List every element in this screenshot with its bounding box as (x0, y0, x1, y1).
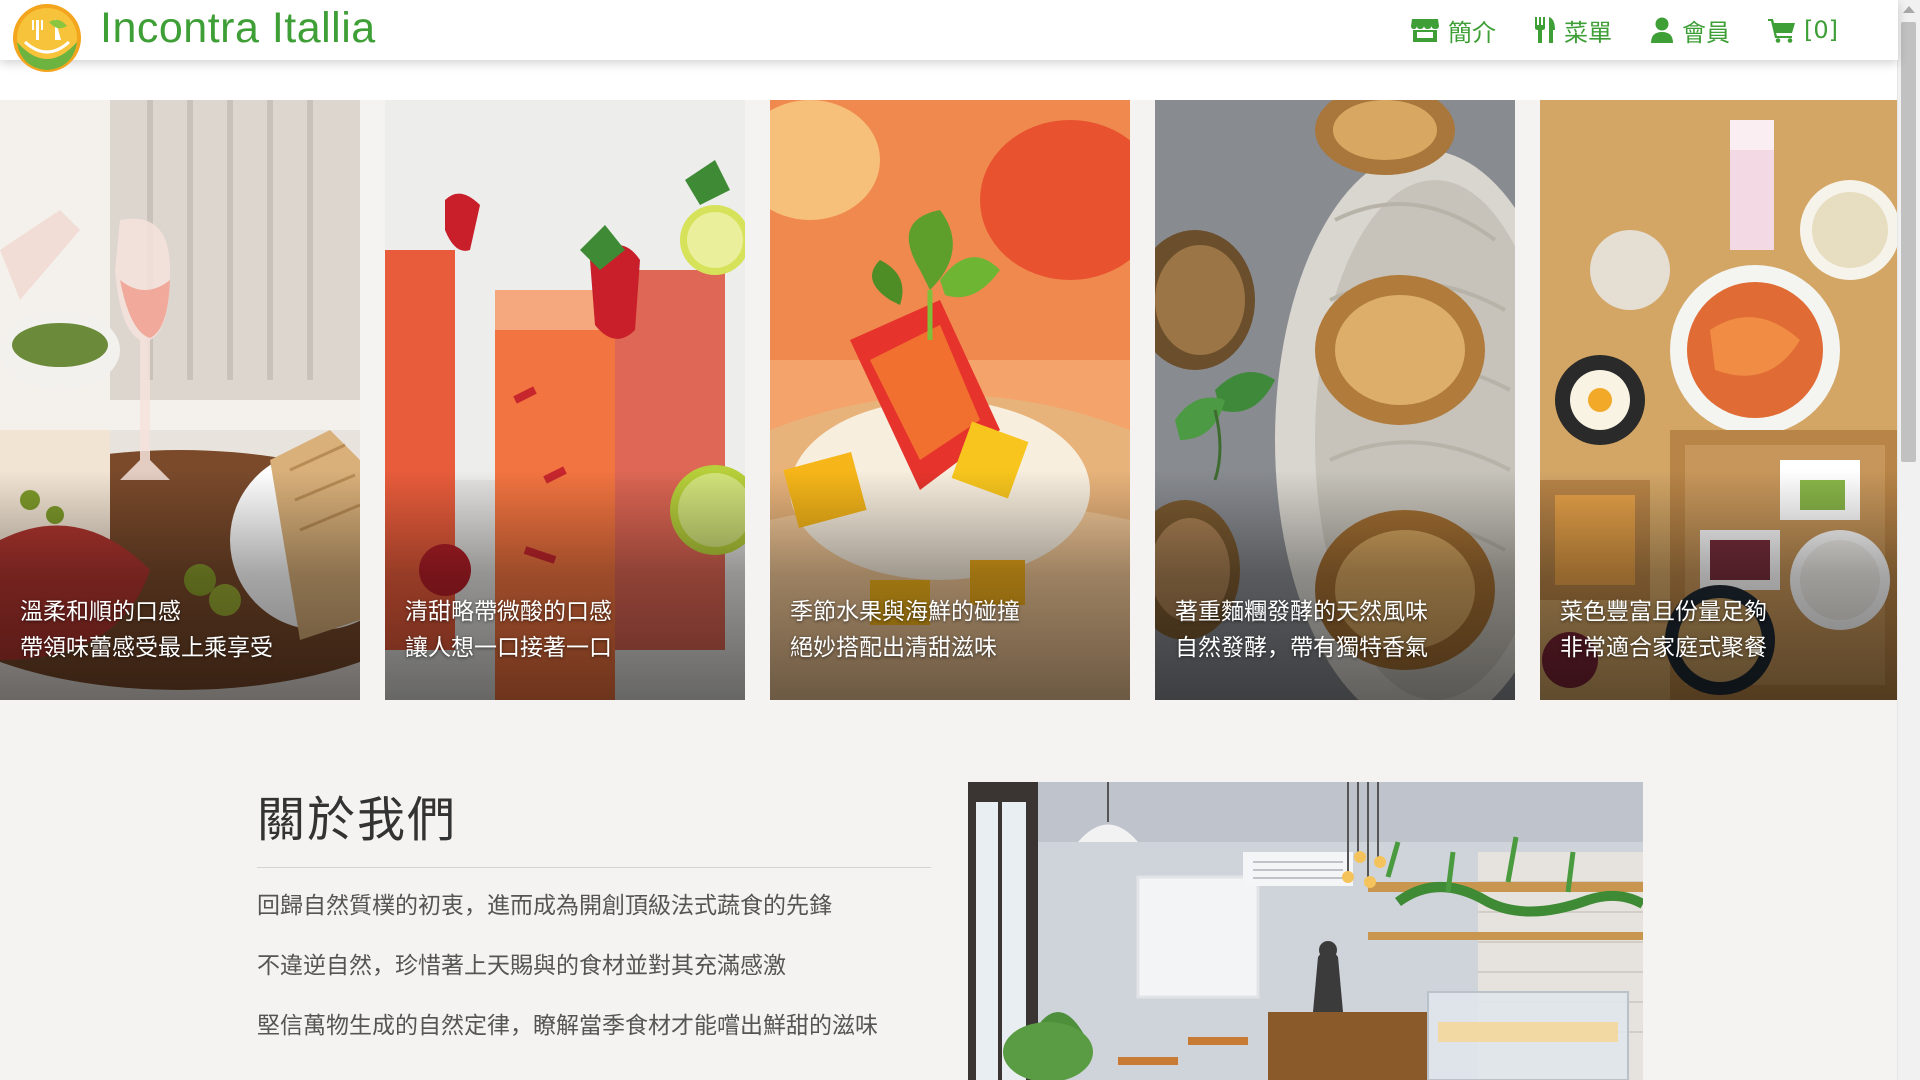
card-family-meal[interactable]: 菜色豐富且份量足夠 非常適合家庭式聚餐 (1540, 100, 1900, 700)
feature-cards: 溫柔和順的口感 帶領味蕾感受最上乘享受 清甜略帶微酸的口感 讓人想一口接著一口 … (0, 100, 1900, 700)
card-tart[interactable]: 季節水果與海鮮的碰撞 絕妙搭配出清甜滋味 (770, 100, 1130, 700)
card-caption: 著重麵糰發酵的天然風味 自然發酵，帶有獨特香氣 (1175, 594, 1428, 666)
about-divider (257, 867, 931, 868)
cart-count: [0] (1804, 16, 1838, 44)
header-spacer (0, 60, 1898, 100)
store-icon (1411, 19, 1439, 42)
card-caption-line2: 讓人想一口接著一口 (405, 635, 612, 661)
restaurant-interior-art (968, 782, 1643, 1080)
scroll-up-arrow-icon[interactable] (1903, 6, 1915, 13)
card-bread[interactable]: 著重麵糰發酵的天然風味 自然發酵，帶有獨特香氣 (1155, 100, 1515, 700)
logo-icon[interactable] (11, 2, 83, 74)
card-caption-line2: 非常適合家庭式聚餐 (1560, 635, 1767, 661)
card-caption-line1: 季節水果與海鮮的碰撞 (790, 599, 1020, 625)
cart-icon (1768, 19, 1795, 43)
page-scrollbar[interactable] (1897, 0, 1920, 1080)
card-caption: 溫柔和順的口感 帶領味蕾感受最上乘享受 (20, 594, 273, 666)
card-wine[interactable]: 溫柔和順的口感 帶領味蕾感受最上乘享受 (0, 100, 360, 700)
card-drinks[interactable]: 清甜略帶微酸的口感 讓人想一口接著一口 (385, 100, 745, 700)
restaurant-interior-photo (968, 782, 1643, 1080)
nav-member[interactable]: 會員 (1650, 13, 1730, 48)
nav-about-label: 簡介 (1448, 18, 1496, 47)
scrollbar-thumb[interactable] (1901, 22, 1916, 462)
about-line: 堅信萬物生成的自然定律，瞭解當季食材才能嚐出鮮甜的滋味 (257, 1013, 878, 1039)
nav-menu-label: 菜單 (1564, 18, 1612, 47)
about-title: 關於我們 (257, 792, 458, 848)
brand-name[interactable]: Incontra Itallia (100, 4, 376, 53)
about-line: 回歸自然質樸的初衷，進而成為開創頂級法式蔬食的先鋒 (257, 893, 832, 919)
card-caption-line1: 著重麵糰發酵的天然風味 (1175, 599, 1428, 625)
card-caption: 清甜略帶微酸的口感 讓人想一口接著一口 (405, 594, 612, 666)
card-caption-line2: 帶領味蕾感受最上乘享受 (20, 635, 273, 661)
nav-menu[interactable]: 菜單 (1534, 13, 1612, 48)
about-line: 不違逆自然，珍惜著上天賜與的食材並對其充滿感激 (257, 953, 786, 979)
about-text: 回歸自然質樸的初衷，進而成為開創頂級法式蔬食的先鋒 不違逆自然，珍惜著上天賜與的… (257, 888, 931, 1068)
card-caption-line1: 溫柔和順的口感 (20, 599, 181, 625)
card-caption-line2: 絕妙搭配出清甜滋味 (790, 635, 997, 661)
nav-member-label: 會員 (1682, 18, 1730, 47)
card-caption-line2: 自然發酵，帶有獨特香氣 (1175, 635, 1428, 661)
card-caption: 菜色豐富且份量足夠 非常適合家庭式聚餐 (1560, 594, 1767, 666)
card-caption-line1: 菜色豐富且份量足夠 (1560, 599, 1767, 625)
card-caption-line1: 清甜略帶微酸的口感 (405, 599, 612, 625)
main-nav: 簡介 菜單 會員 [0] (1410, 0, 1838, 60)
nav-about[interactable]: 簡介 (1410, 13, 1496, 48)
card-caption: 季節水果與海鮮的碰撞 絕妙搭配出清甜滋味 (790, 594, 1020, 666)
user-icon (1651, 17, 1673, 43)
site-header: Incontra Itallia 簡介 菜單 會員 [0] (0, 0, 1898, 72)
utensils-icon (1535, 17, 1555, 43)
nav-cart[interactable]: [0] (1768, 16, 1838, 44)
